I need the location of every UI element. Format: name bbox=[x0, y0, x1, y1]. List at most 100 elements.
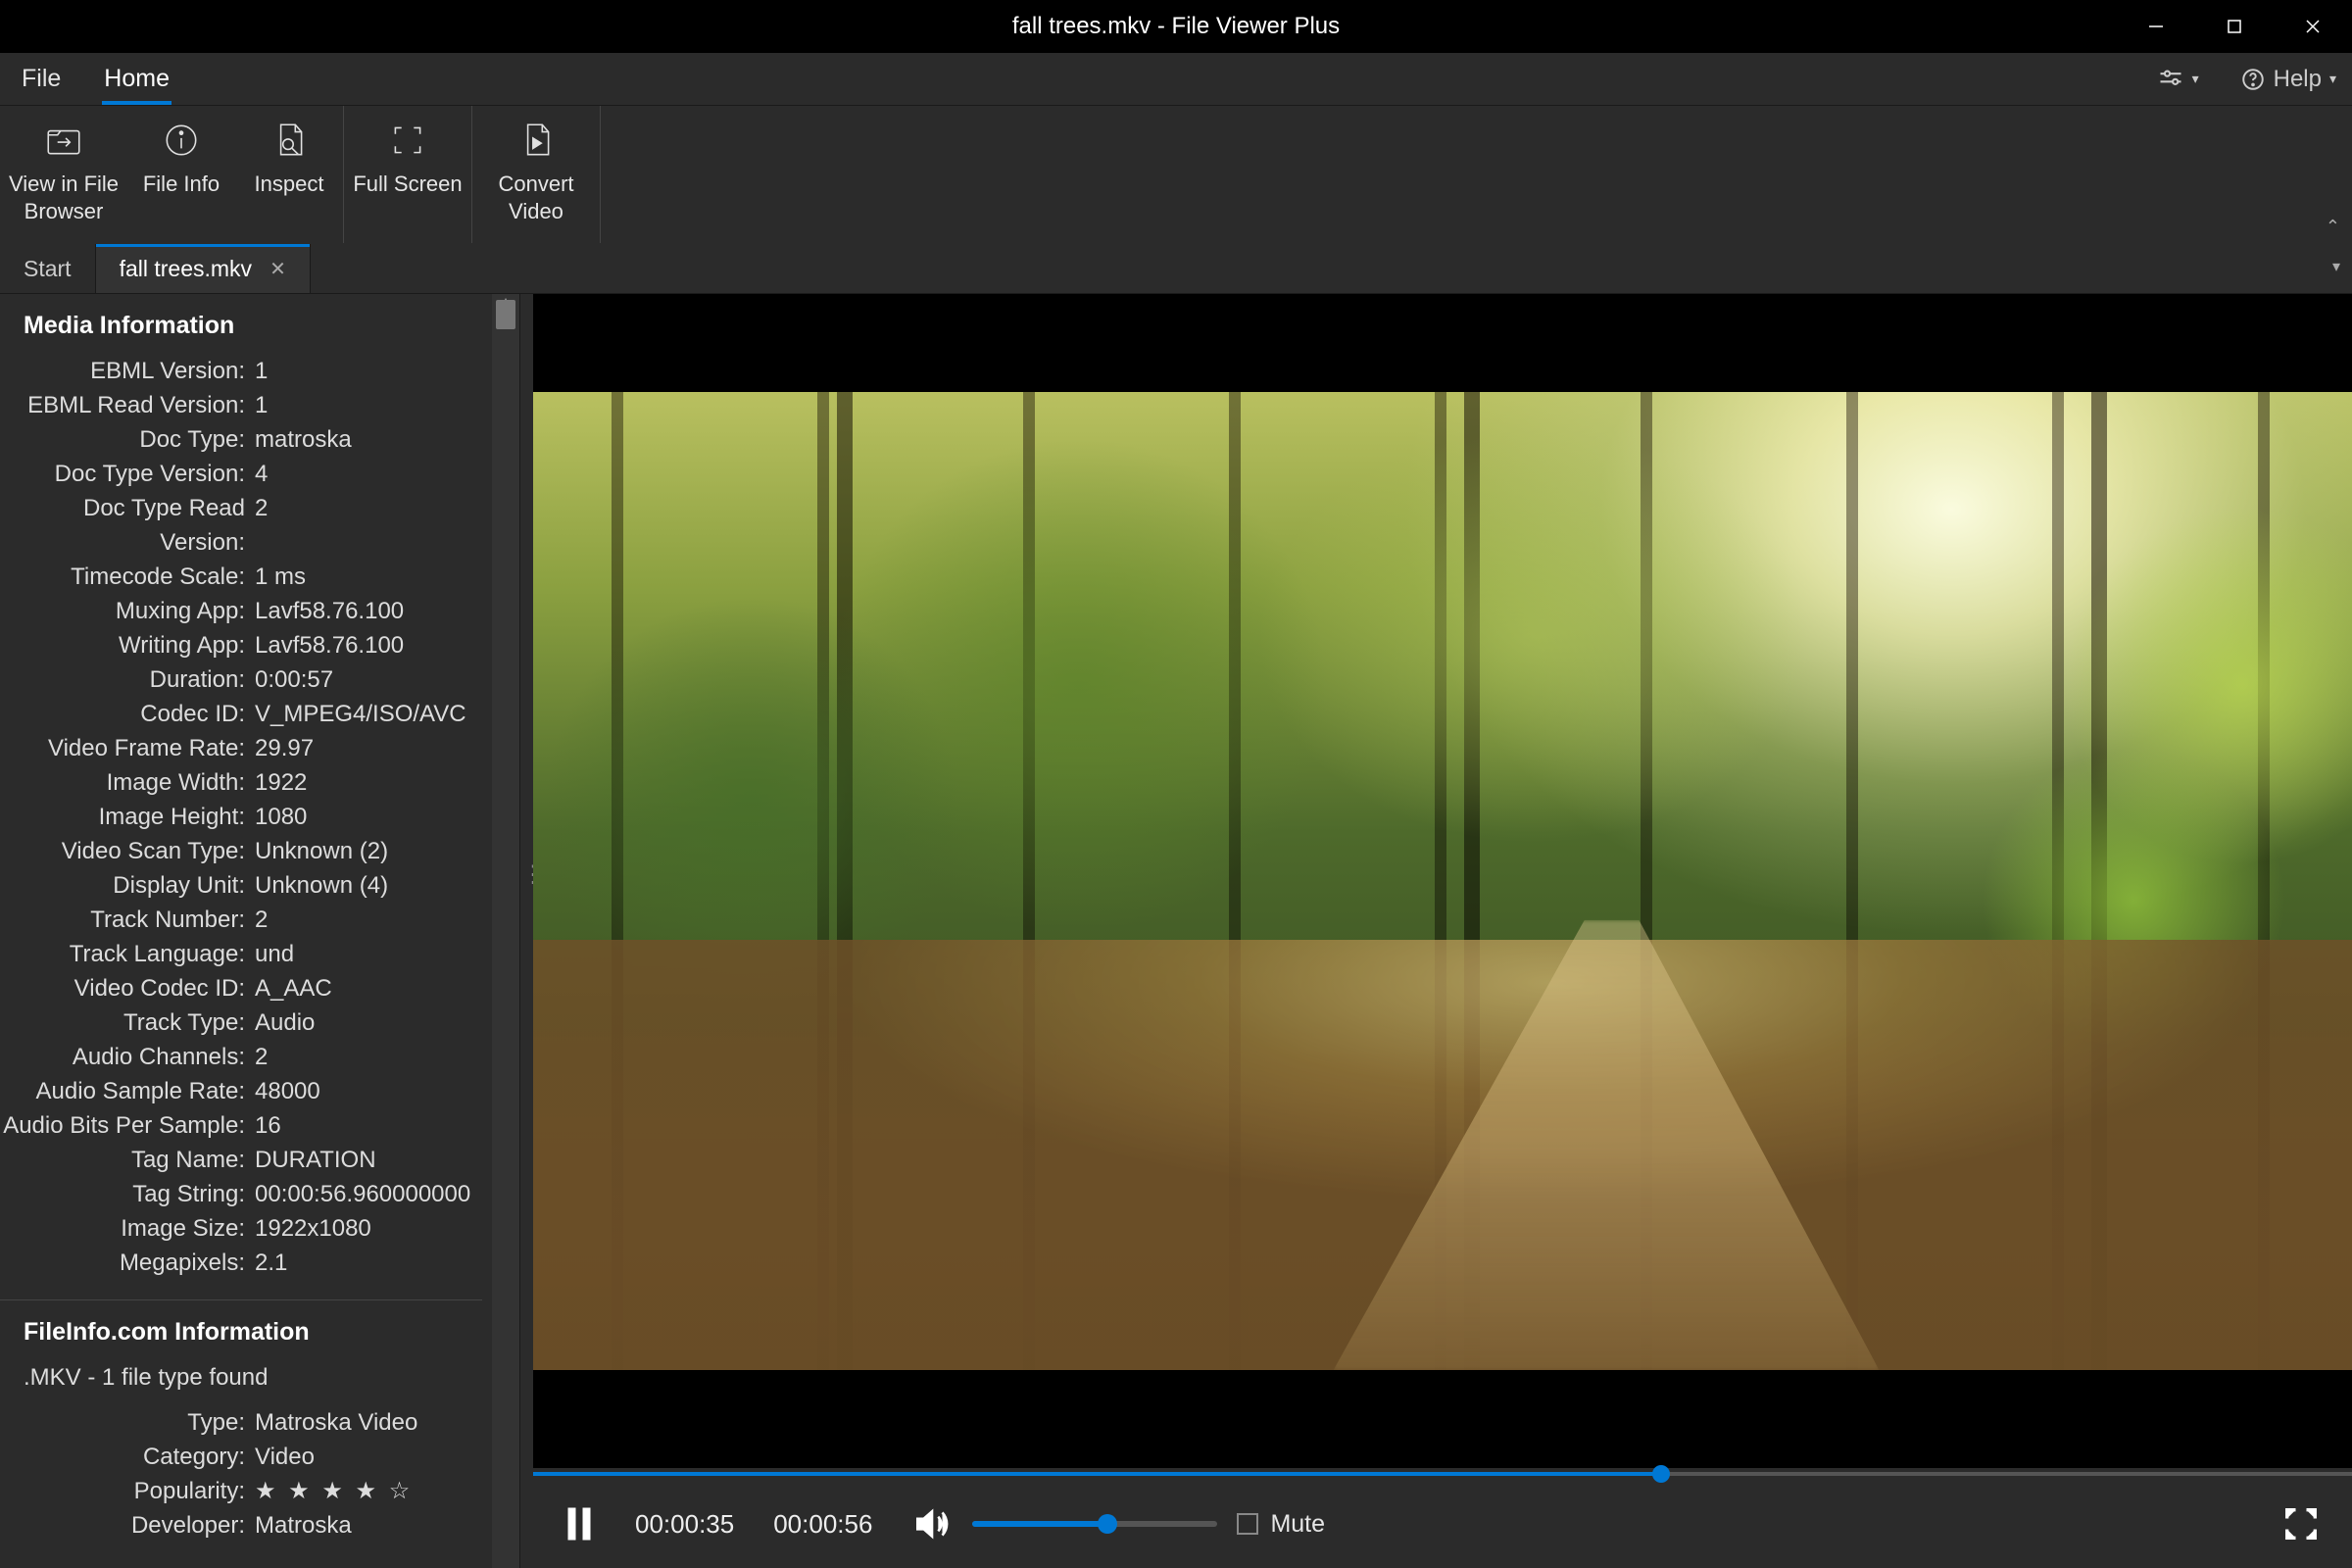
info-row: Audio Sample Rate:48000 bbox=[0, 1074, 482, 1108]
info-value: ★ ★ ★ ★ ☆ bbox=[245, 1474, 413, 1508]
close-icon bbox=[2303, 17, 2323, 36]
volume-button[interactable] bbox=[911, 1503, 953, 1544]
panel-scrollbar[interactable]: ▴ bbox=[492, 294, 519, 1568]
convert-icon bbox=[515, 120, 557, 161]
fileinfo-heading: FileInfo.com Information bbox=[0, 1300, 482, 1360]
mute-checkbox[interactable] bbox=[1237, 1513, 1258, 1535]
full-screen-button[interactable]: Full Screen bbox=[344, 106, 471, 243]
info-value: A_AAC bbox=[245, 971, 332, 1005]
progress-bar[interactable] bbox=[533, 1468, 2352, 1480]
tab-start[interactable]: Start bbox=[0, 244, 96, 293]
info-row: Timecode Scale:1 ms bbox=[0, 560, 482, 594]
info-row: Type:Matroska Video bbox=[0, 1405, 482, 1440]
file-info-button[interactable]: File Info bbox=[127, 106, 235, 243]
info-value: Unknown (4) bbox=[245, 868, 388, 903]
view-in-file-browser-button[interactable]: View in File Browser bbox=[0, 106, 127, 243]
fileinfo-subtitle: .MKV - 1 file type found bbox=[0, 1360, 482, 1405]
info-key: Megapixels: bbox=[0, 1246, 245, 1280]
ribbon-label: View in File Browser bbox=[9, 171, 119, 225]
ribbon-label: Inspect bbox=[255, 171, 324, 198]
info-value: Video bbox=[245, 1440, 315, 1474]
maximize-button[interactable] bbox=[2195, 0, 2274, 53]
speaker-icon bbox=[911, 1503, 953, 1544]
info-key: Tag String: bbox=[0, 1177, 245, 1211]
fullscreen-toggle-button[interactable] bbox=[2279, 1502, 2323, 1545]
info-row: Developer:Matroska bbox=[0, 1508, 482, 1543]
info-key: Image Size: bbox=[0, 1211, 245, 1246]
info-row: Video Frame Rate:29.97 bbox=[0, 731, 482, 765]
info-key: Type: bbox=[0, 1405, 245, 1440]
help-button[interactable]: Help ▾ bbox=[2234, 66, 2342, 93]
inspect-button[interactable]: Inspect bbox=[235, 106, 343, 243]
info-row: Track Number:2 bbox=[0, 903, 482, 937]
minimize-button[interactable] bbox=[2117, 0, 2195, 53]
pause-button[interactable] bbox=[563, 1504, 596, 1544]
info-key: EBML Version: bbox=[0, 354, 245, 388]
info-key: Timecode Scale: bbox=[0, 560, 245, 594]
splitter-handle[interactable] bbox=[519, 294, 533, 1568]
info-value: 29.97 bbox=[245, 731, 314, 765]
close-button[interactable] bbox=[2274, 0, 2352, 53]
ribbon-label: Convert Video bbox=[498, 171, 573, 225]
video-area: 00:00:35 00:00:56 Mute bbox=[533, 294, 2352, 1568]
main: Media Information EBML Version:1EBML Rea… bbox=[0, 294, 2352, 1568]
info-row: Category:Video bbox=[0, 1440, 482, 1474]
info-row: Tag Name:DURATION bbox=[0, 1143, 482, 1177]
info-key: Category: bbox=[0, 1440, 245, 1474]
info-key: Developer: bbox=[0, 1508, 245, 1543]
info-row: Popularity:★ ★ ★ ★ ☆ bbox=[0, 1474, 482, 1508]
sliders-icon bbox=[2157, 66, 2184, 93]
info-value: Audio bbox=[245, 1005, 315, 1040]
tab-label: Start bbox=[24, 256, 72, 282]
info-row: Doc Type:matroska bbox=[0, 422, 482, 457]
info-key: Doc Type: bbox=[0, 422, 245, 457]
info-row: Audio Bits Per Sample:16 bbox=[0, 1108, 482, 1143]
info-value: Unknown (2) bbox=[245, 834, 388, 868]
time-total: 00:00:56 bbox=[773, 1509, 872, 1540]
tabstrip: Start fall trees.mkv ✕ ▾ bbox=[0, 243, 2352, 294]
volume-slider[interactable] bbox=[972, 1521, 1217, 1527]
info-value: 1 bbox=[245, 388, 268, 422]
maximize-icon bbox=[2225, 17, 2244, 36]
info-value: 16 bbox=[245, 1108, 281, 1143]
tab-close-icon[interactable]: ✕ bbox=[270, 257, 286, 281]
info-value: Lavf58.76.100 bbox=[245, 594, 404, 628]
menu-file[interactable]: File bbox=[0, 53, 82, 105]
info-value: und bbox=[245, 937, 294, 971]
info-value: Matroska bbox=[245, 1508, 352, 1543]
info-value: 1922 bbox=[245, 765, 307, 800]
info-value: DURATION bbox=[245, 1143, 376, 1177]
info-key: Audio Channels: bbox=[0, 1040, 245, 1074]
info-key: Audio Sample Rate: bbox=[0, 1074, 245, 1108]
info-key: Track Type: bbox=[0, 1005, 245, 1040]
minimize-icon bbox=[2146, 17, 2166, 36]
info-key: Popularity: bbox=[0, 1474, 245, 1508]
info-row: Track Language:und bbox=[0, 937, 482, 971]
ribbon-label: Full Screen bbox=[353, 171, 462, 198]
ribbon: View in File Browser File Info Inspect F… bbox=[0, 106, 2352, 243]
info-key: Codec ID: bbox=[0, 697, 245, 731]
info-value: Lavf58.76.100 bbox=[245, 628, 404, 662]
info-row: Tag String:00:00:56.960000000 bbox=[0, 1177, 482, 1211]
scroll-thumb[interactable] bbox=[496, 300, 515, 329]
convert-video-button[interactable]: Convert Video bbox=[472, 106, 600, 243]
info-value: 2 bbox=[245, 1040, 268, 1074]
info-key: Image Height: bbox=[0, 800, 245, 834]
info-value: 0:00:57 bbox=[245, 662, 333, 697]
info-key: Doc Type Version: bbox=[0, 457, 245, 491]
info-key: Display Unit: bbox=[0, 868, 245, 903]
video-frame[interactable] bbox=[533, 294, 2352, 1468]
tab-file[interactable]: fall trees.mkv ✕ bbox=[96, 244, 311, 293]
settings-button[interactable]: ▾ bbox=[2151, 66, 2205, 93]
tab-overflow-button[interactable]: ▾ bbox=[2332, 257, 2340, 276]
info-row: Audio Channels:2 bbox=[0, 1040, 482, 1074]
expand-icon bbox=[2279, 1502, 2323, 1545]
window-controls bbox=[2117, 0, 2352, 53]
pause-icon bbox=[563, 1504, 596, 1544]
info-key: Track Number: bbox=[0, 903, 245, 937]
info-row: Muxing App:Lavf58.76.100 bbox=[0, 594, 482, 628]
info-key: Tag Name: bbox=[0, 1143, 245, 1177]
ribbon-collapse-button[interactable]: ⌃ bbox=[2326, 217, 2340, 237]
menu-home[interactable]: Home bbox=[82, 53, 191, 105]
tab-label: fall trees.mkv bbox=[120, 256, 252, 282]
